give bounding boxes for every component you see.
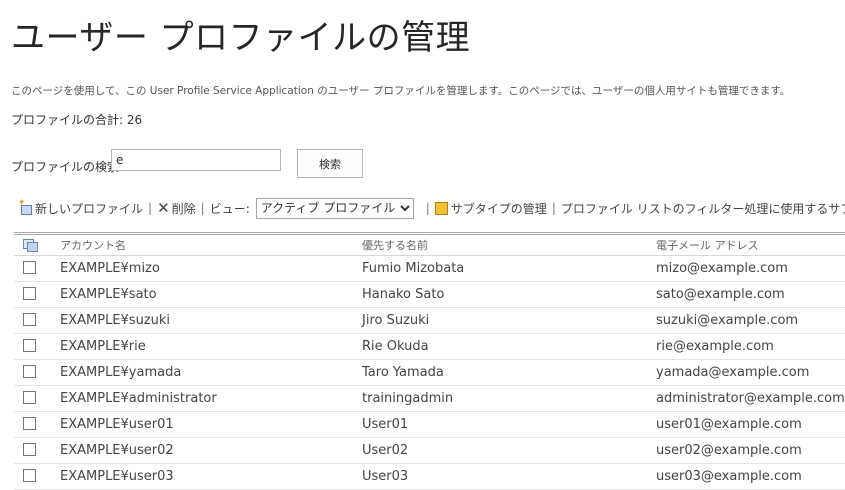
email-address: mizo@example.com: [656, 261, 788, 276]
table-row[interactable]: EXAMPLE¥user02 User02 user02@example.com: [14, 438, 845, 464]
checkbox[interactable]: [23, 261, 36, 274]
view-label: ビュー:: [209, 201, 250, 216]
row-select-checkbox[interactable]: [23, 386, 36, 411]
page-title: ユーザー プロファイルの管理: [11, 18, 471, 58]
checkbox[interactable]: [23, 339, 36, 352]
search-button[interactable]: 検索: [297, 149, 363, 178]
email-address: user03@example.com: [656, 469, 802, 484]
column-header-preferred-name[interactable]: 優先する名前: [362, 235, 428, 257]
select-all-icon: [23, 239, 38, 252]
account-name-link[interactable]: EXAMPLE¥administrator: [60, 386, 217, 411]
manage-subtypes-label: サブタイプの管理: [450, 201, 547, 216]
preferred-name: Taro Yamada: [362, 365, 444, 380]
checkbox[interactable]: [23, 443, 36, 456]
page-description: このページを使用して、この User Profile Service Appli…: [11, 85, 791, 97]
new-profile-icon: [18, 198, 34, 215]
preferred-name: User01: [362, 417, 409, 432]
filter-subtype-link[interactable]: プロファイル リストのフィルター処理に使用するサブ: [561, 200, 845, 217]
delete-button[interactable]: ✕ 削除: [157, 199, 196, 217]
preferred-name: User03: [362, 469, 409, 484]
preferred-name: trainingadmin: [362, 391, 454, 406]
table-row[interactable]: EXAMPLE¥user01 User01 user01@example.com: [14, 412, 845, 438]
table-row[interactable]: EXAMPLE¥administrator trainingadmin admini…: [14, 386, 845, 412]
account-name-link[interactable]: EXAMPLE¥user01: [60, 412, 174, 437]
toolbar-separator: |: [148, 201, 153, 215]
search-input[interactable]: [111, 149, 281, 171]
table-header-row: アカウント名 優先する名前 電子メール アドレス: [14, 235, 845, 256]
checkbox[interactable]: [23, 469, 36, 482]
toolbar-separator: |: [425, 201, 430, 215]
new-profile-button[interactable]: 新しいプロファイル: [18, 198, 144, 217]
account-name-link[interactable]: EXAMPLE¥sato: [60, 282, 157, 307]
delete-x-icon: ✕: [157, 199, 170, 217]
table-row[interactable]: EXAMPLE¥rie Rie Okuda rie@example.com: [14, 334, 845, 360]
table-row[interactable]: EXAMPLE¥sato Hanako Sato sato@example.com: [14, 282, 845, 308]
preferred-name: Fumio Mizobata: [362, 261, 465, 276]
account-name-link[interactable]: EXAMPLE¥rie: [60, 334, 146, 359]
table-row[interactable]: EXAMPLE¥mizo Fumio Mizobata mizo@example.c…: [14, 256, 845, 282]
email-address: user01@example.com: [656, 417, 802, 432]
preferred-name: Hanako Sato: [362, 287, 445, 302]
preferred-name: Jiro Suzuki: [362, 313, 430, 328]
account-name-link[interactable]: EXAMPLE¥mizo: [60, 256, 160, 281]
checkbox[interactable]: [23, 417, 36, 430]
row-select-checkbox[interactable]: [23, 360, 36, 385]
email-address: suzuki@example.com: [656, 313, 799, 328]
manage-subtypes-button[interactable]: サブタイプの管理: [434, 200, 547, 217]
account-name-link[interactable]: EXAMPLE¥user03: [60, 464, 174, 489]
email-address: administrator@example.com: [656, 391, 845, 406]
account-name-link[interactable]: EXAMPLE¥yamada: [60, 360, 181, 385]
row-select-checkbox[interactable]: [23, 412, 36, 437]
row-select-checkbox[interactable]: [23, 308, 36, 333]
row-select-checkbox[interactable]: [23, 464, 36, 489]
email-address: sato@example.com: [656, 287, 785, 302]
preferred-name: User02: [362, 443, 409, 458]
delete-label: 削除: [171, 201, 196, 216]
column-header-account[interactable]: アカウント名: [60, 235, 126, 257]
toolbar-separator: |: [551, 201, 556, 215]
checkbox[interactable]: [23, 391, 36, 404]
checkbox[interactable]: [23, 287, 36, 300]
table-body: EXAMPLE¥mizo Fumio Mizobata mizo@example.c…: [14, 256, 845, 490]
view-select[interactable]: アクティブ プロファイル: [255, 197, 414, 219]
email-address: rie@example.com: [656, 339, 774, 354]
row-select-checkbox[interactable]: [23, 334, 36, 359]
table-row[interactable]: EXAMPLE¥user03 User03 user03@example.com: [14, 464, 845, 490]
subtype-folder-icon: [434, 201, 448, 215]
toolbar: 新しいプロファイル | ✕ 削除 | ビュー: アクティブ プロファイル | サ…: [18, 197, 845, 219]
profile-total: プロファイルの合計: 26: [11, 113, 143, 127]
checkbox[interactable]: [23, 313, 36, 326]
column-header-email[interactable]: 電子メール アドレス: [656, 235, 759, 257]
email-address: yamada@example.com: [656, 365, 810, 380]
row-select-checkbox[interactable]: [23, 438, 36, 463]
table-row[interactable]: EXAMPLE¥suzuki Jiro Suzuki suzuki@example.…: [14, 308, 845, 334]
search-label: プロファイルの検索: [11, 160, 120, 174]
account-name-link[interactable]: EXAMPLE¥user02: [60, 438, 174, 463]
new-profile-label: 新しいプロファイル: [35, 201, 144, 216]
account-name-link[interactable]: EXAMPLE¥suzuki: [60, 308, 170, 333]
email-address: user02@example.com: [656, 443, 802, 458]
table-row[interactable]: EXAMPLE¥yamada Taro Yamada yamada@example.…: [14, 360, 845, 386]
row-select-checkbox[interactable]: [23, 256, 36, 281]
row-select-checkbox[interactable]: [23, 282, 36, 307]
preferred-name: Rie Okuda: [362, 339, 429, 354]
toolbar-separator: |: [200, 201, 205, 215]
profile-table: アカウント名 優先する名前 電子メール アドレス EXAMPLE¥mizo Fum…: [14, 232, 845, 490]
filter-subtype-label: プロファイル リストのフィルター処理に使用するサブ: [560, 201, 845, 216]
checkbox[interactable]: [23, 365, 36, 378]
